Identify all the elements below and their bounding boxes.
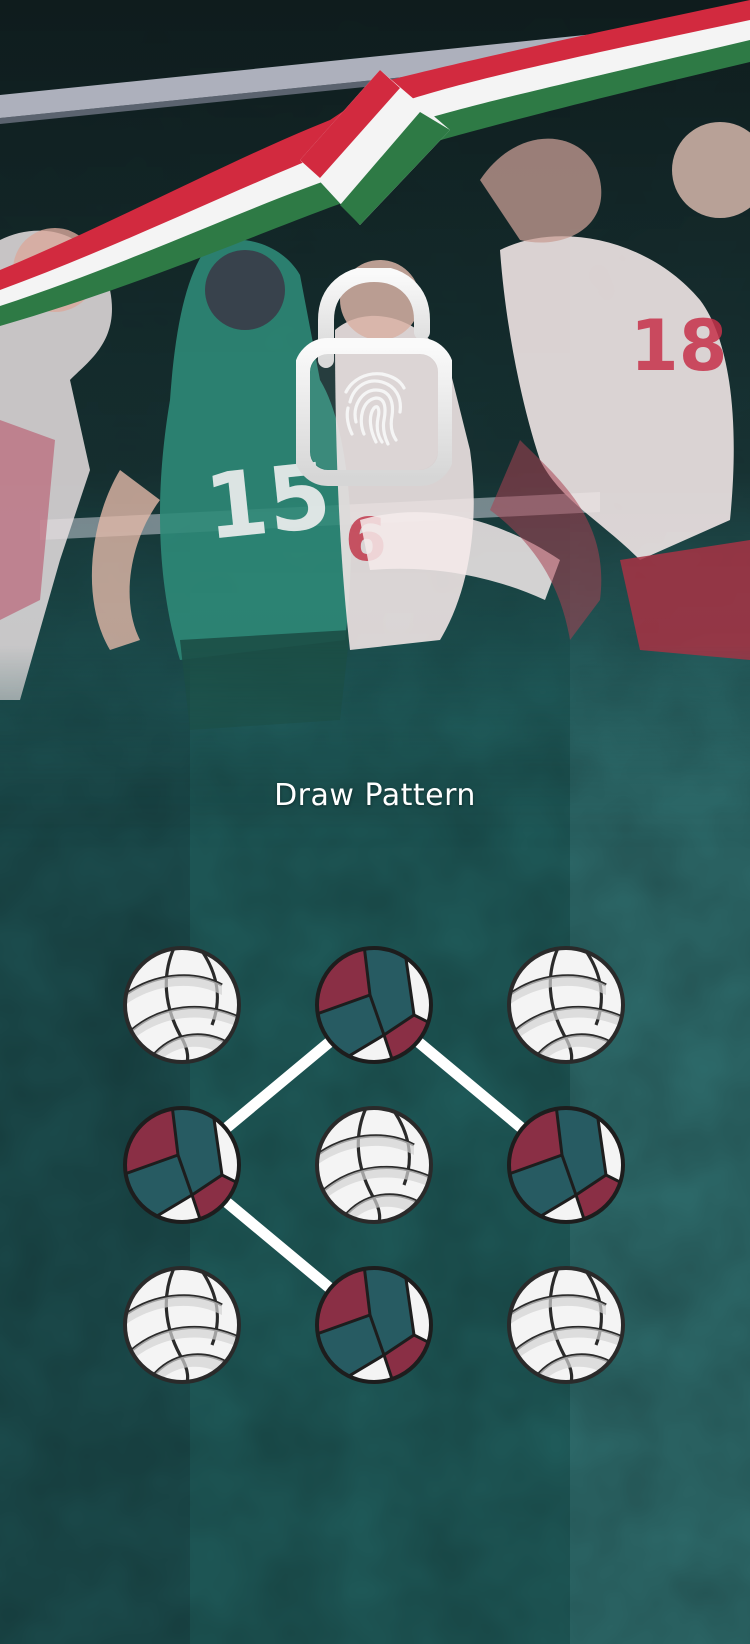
- pattern-node-9[interactable]: [509, 1268, 623, 1385]
- volleyball-icon: [509, 948, 623, 1065]
- pattern-node-1[interactable]: [125, 948, 239, 1065]
- pattern-node-3[interactable]: [509, 948, 623, 1065]
- volleyball-icon: [125, 1268, 239, 1385]
- pattern-node-5[interactable]: [317, 1108, 431, 1225]
- volleyball-icon: [125, 948, 239, 1065]
- volleyball-icon: [317, 1108, 431, 1225]
- pattern-node-7[interactable]: [125, 1268, 239, 1385]
- volleyball-icon: [509, 1268, 623, 1385]
- pattern-grid[interactable]: [0, 0, 750, 1644]
- lock-screen: 15 6 18: [0, 0, 750, 1644]
